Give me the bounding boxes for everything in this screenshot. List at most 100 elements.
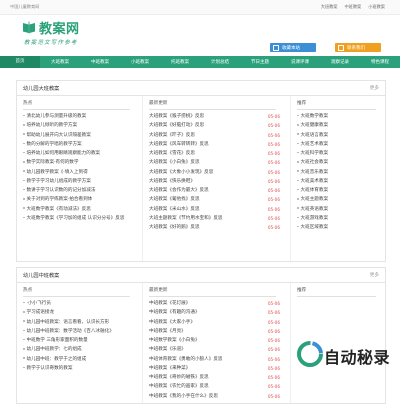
hot-item[interactable]: 大班数学教案《学习加的组成 认识分分号》反思 xyxy=(23,214,142,223)
list-item-text: 幼儿园中班教学：七的组成 xyxy=(26,347,82,353)
hot-item[interactable]: 帮助幼儿展开向大认识隔差教案 xyxy=(23,131,142,140)
list-item-text: 中班体育教案《勇敢的小狼人》反思 xyxy=(149,356,223,362)
recommend-item[interactable]: 大班美术教案 xyxy=(297,177,385,186)
hot-item[interactable]: 关于对到的学练教案·拍合看到体 xyxy=(23,195,142,204)
hot-item[interactable]: 教学于学习幼儿组成的教学方案 xyxy=(23,177,142,186)
column-heading: 最新更新 xyxy=(143,96,290,110)
bullet-icon xyxy=(297,198,299,200)
list-item-date: 05-06 xyxy=(267,328,280,334)
recommend-item[interactable]: 大班数学教案 xyxy=(297,112,385,121)
nav-item-tuoban[interactable]: 托班教案 xyxy=(160,59,200,65)
recommend-item[interactable]: 大班艺术教案 xyxy=(297,140,385,149)
panel-header: 幼儿园中班教案 更多 xyxy=(17,268,385,283)
hot-item[interactable]: 幼儿园中班教案：语言看看，认识长方形 xyxy=(23,318,142,327)
latest-item[interactable]: 大班教案《大象小小发现》反思 05-06 xyxy=(149,168,290,177)
bookmark-button[interactable]: 收藏本站 xyxy=(270,43,316,52)
column-heading: 最新更新 xyxy=(143,283,290,297)
column-heading-text: 推荐 xyxy=(297,288,307,293)
top-link-zhongban[interactable]: 中班教案 xyxy=(344,4,361,10)
latest-item[interactable]: 大班教案《好脑打动》反思 05-06 xyxy=(149,121,290,130)
nav-item-observe[interactable]: 观察记录 xyxy=(320,59,360,65)
hot-item[interactable]: 幼儿园教学教案《·填入上到得 xyxy=(23,168,142,177)
nav-item-zhongban[interactable]: 中班教案 xyxy=(80,59,120,65)
latest-item[interactable]: 中班教案《农忙的画家》反思 05-06 xyxy=(149,382,290,391)
list-item-text: 大班英语教案 xyxy=(300,206,329,212)
latest-item[interactable]: 大班教案《猴子捞桃》反思 05-06 xyxy=(149,112,290,121)
bullet-icon xyxy=(23,357,25,359)
hot-item[interactable]: 清北幼儿参与测量升级的教案 xyxy=(23,112,142,121)
nav-item-plan[interactable]: 计划总结 xyxy=(200,59,240,65)
nav-item-xiaoban[interactable]: 小班教案 xyxy=(120,59,160,65)
list-item-date: 05-06 xyxy=(267,347,280,353)
recommend-item[interactable]: 大班语言教案 xyxy=(297,131,385,140)
hot-item[interactable]: 数的分解的学唱的教学方案 xyxy=(23,140,142,149)
latest-item[interactable]: 大班主题教案《节约用水宝和》反思 05-06 xyxy=(149,214,290,223)
recommend-item[interactable]: 大班社会教案 xyxy=(297,158,385,167)
hot-item[interactable]: 教学于认识奇数的教案 xyxy=(23,364,142,373)
latest-item[interactable]: 中班教案《大家小手》 05-06 xyxy=(149,318,290,327)
latest-item[interactable]: 大班教案《快乐换鞋》 05-06 xyxy=(149,177,290,186)
latest-item[interactable]: 大班教案《好的鹅》反思 05-06 xyxy=(149,223,290,232)
latest-item[interactable]: 大班教案《米山水》反思 05-06 xyxy=(149,205,290,214)
recommend-item[interactable]: 大班英语教案 xyxy=(297,205,385,214)
list-item-text: 大班教案《小白兔》反思 xyxy=(149,160,200,166)
latest-item[interactable]: 中班体育教案《勇敢的小狼人》反思 05-06 xyxy=(149,355,290,364)
recommend-item[interactable]: 大班主题教案 xyxy=(297,195,385,204)
latest-item[interactable]: 大班教案《吓子》反思 05-06 xyxy=(149,131,290,140)
nav-item-dabang[interactable]: 大班教案 xyxy=(40,59,80,65)
recommend-item[interactable]: 大班体育教案 xyxy=(297,186,385,195)
hot-item[interactable]: 培养幼儿如何用眼睛观察能力的教案 xyxy=(23,149,142,158)
contact-button[interactable]: 联系我们 xyxy=(335,43,381,52)
list-item-text: 中班教案《奇妙的磁铁》反思 xyxy=(149,375,209,380)
hot-item[interactable]: 中班数学 三角形家面积的数量 xyxy=(23,336,142,345)
hot-item[interactable]: 大班数学教案《有动减法》反思 xyxy=(23,205,142,214)
recommend-item[interactable]: 大班音乐教案 xyxy=(297,168,385,177)
nav-item-home[interactable]: 首页 xyxy=(0,56,40,68)
panel-title[interactable]: 幼儿园中班教案 xyxy=(23,272,59,279)
more-link[interactable]: 更多 xyxy=(370,272,379,278)
hot-item[interactable]: ·小小飞行员 xyxy=(23,299,142,308)
latest-item[interactable]: 中班教案《有趣的沟通》 05-06 xyxy=(149,308,290,317)
list-item-text: 大班数学教案《学习加的组成 认识分分号》反思 xyxy=(26,215,125,221)
latest-item[interactable]: 中班教案《我的小手在什么》反思 05-06 xyxy=(149,392,290,401)
latest-item[interactable]: 中班教案《月亮》 05-06 xyxy=(149,327,290,336)
latest-item[interactable]: 中班教案《来种菜》 05-06 xyxy=(149,364,290,373)
panel-title[interactable]: 幼儿园大班教案 xyxy=(23,85,59,92)
latest-item[interactable]: 大班教案《风车转转转》反思 05-06 xyxy=(149,140,290,149)
list-item-text: 幼儿园中班教案：语言看看，认识长方形 xyxy=(26,319,110,325)
list-item-text: 学习成语接龙 xyxy=(26,310,55,316)
top-link-xiaoban[interactable]: 小班教案 xyxy=(368,4,385,10)
latest-item[interactable]: 中班数学教案《小白兔》 05-06 xyxy=(149,336,290,345)
latest-item[interactable]: 大班教案《雪花》反思 05-06 xyxy=(149,149,290,158)
list-item-text: 中班数学 三角形家面积的数量 xyxy=(26,338,88,343)
hot-item[interactable]: 幼儿园中班：教学于之的组成 xyxy=(23,355,142,364)
nav-item-festival[interactable]: 节日主题 xyxy=(240,59,280,65)
site-logo[interactable]: 教案网 xyxy=(22,18,80,37)
latest-item[interactable]: 中班教案《乐道》 05-06 xyxy=(149,345,290,354)
latest-item[interactable]: 中班教案《奇妙的磁铁》反思 05-06 xyxy=(149,373,290,382)
recommend-item[interactable]: 大班健康教案 xyxy=(297,121,385,130)
bookmark-icon xyxy=(273,44,279,51)
recommend-item[interactable]: 大班区域教案 xyxy=(297,223,385,232)
more-link[interactable]: 更多 xyxy=(370,85,379,91)
latest-item[interactable]: 大班教案《葡他找》反思 05-06 xyxy=(149,195,290,204)
bullet-icon xyxy=(23,301,25,304)
nav-item-review[interactable]: 说课评课 xyxy=(280,59,320,65)
latest-item[interactable]: 大班教案《会作为最大》反思 05-06 xyxy=(149,186,290,195)
nav-item-special[interactable]: 特色课程 xyxy=(360,59,400,65)
hot-item[interactable]: 培养幼儿倾听的教学方案 xyxy=(23,121,142,130)
hot-item[interactable]: 数学实际教案·有何的数学 xyxy=(23,158,142,167)
recommend-item[interactable]: 大班游戏教案 xyxy=(297,214,385,223)
latest-item[interactable]: 大班教案《小白兔》反思 05-06 xyxy=(149,158,290,167)
hot-item[interactable]: 幼儿园中班教学：七的组成 xyxy=(23,345,142,354)
hot-item[interactable]: 学习成语接龙 xyxy=(23,308,142,317)
hot-item[interactable]: 数讲于学习认识数的的记分加减法 xyxy=(23,186,142,195)
column-heading-text: 热点 xyxy=(23,288,33,293)
list-item-date: 05-06 xyxy=(267,123,280,129)
latest-item[interactable]: 中班教案《花灯展》 05-06 xyxy=(149,299,290,308)
book-icon xyxy=(22,21,36,34)
recommend-item[interactable]: 大班科学教案 xyxy=(297,149,385,158)
bullet-icon xyxy=(297,207,299,209)
top-link-dabang[interactable]: 大班教案 xyxy=(321,4,338,10)
hot-item[interactable]: 幼儿园中班教案：数学活动《百八冰融化》 xyxy=(23,327,142,336)
